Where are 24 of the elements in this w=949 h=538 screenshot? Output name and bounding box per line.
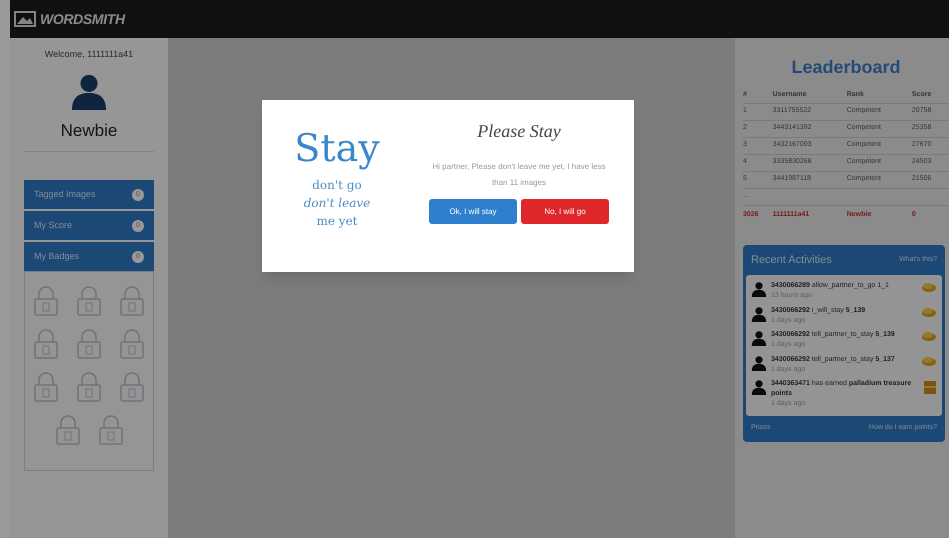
stay-heading: Stay [294, 126, 380, 170]
panel-title: Recent Activities [751, 252, 832, 268]
tagline-text: don't go [312, 177, 362, 194]
coins-icon [921, 281, 937, 293]
welcome-text: Welcome, 1111111a41 [44, 48, 134, 61]
user-icon [751, 354, 767, 370]
user-icon [751, 306, 767, 322]
dialog-button[interactable]: Ok, I will stay [429, 199, 517, 224]
tagline-text: don't leave [304, 195, 370, 212]
tagline-text: me yet [316, 213, 358, 230]
chest-icon [923, 379, 937, 395]
dialog-button[interactable]: No, I will go [521, 199, 609, 224]
user-icon [751, 330, 767, 346]
leaderboard-title: Leaderboard [791, 56, 901, 79]
logo-icon [14, 11, 36, 27]
brand-name[interactable]: WORDSMITH [40, 8, 125, 30]
coins-icon [921, 354, 937, 366]
user-icon [751, 379, 767, 395]
modal-message: Hi partner, Please don't leave me yet, I have less than 11 images [431, 161, 607, 189]
coins-icon [921, 330, 937, 342]
modal-title: Please Stay [477, 120, 561, 143]
user-level: Newbie [60, 120, 118, 142]
user-icon [751, 281, 767, 297]
coins-icon [921, 306, 937, 318]
